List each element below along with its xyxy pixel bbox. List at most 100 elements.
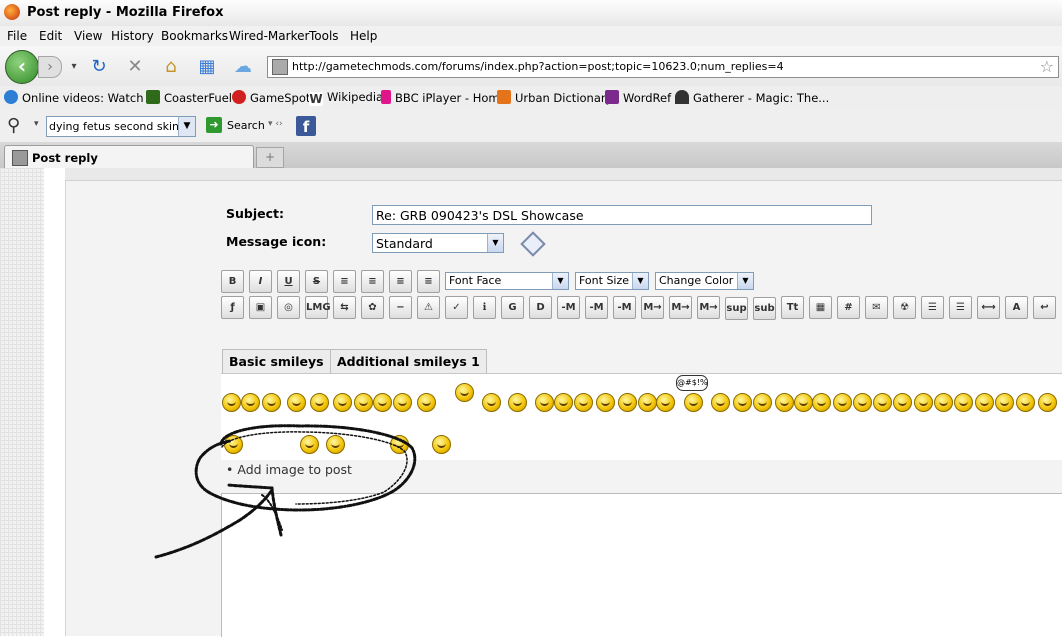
bulleted-list-button[interactable]: ☰ xyxy=(921,296,944,319)
smiley-icon[interactable] xyxy=(833,393,852,412)
bookmark-gatherer[interactable]: Gatherer - Magic: The... xyxy=(675,90,829,106)
align-left-button[interactable]: ≡ xyxy=(361,270,384,293)
font-face-dropdown-icon[interactable]: ▼ xyxy=(552,273,568,289)
smiley-icon[interactable] xyxy=(482,393,501,412)
smiley-icon[interactable] xyxy=(656,393,675,412)
info-button[interactable]: ℹ xyxy=(473,296,496,319)
search-history-dropdown[interactable]: ▼ xyxy=(178,117,195,136)
marquee-3-button[interactable]: M→ xyxy=(697,296,720,319)
align-right-button[interactable]: ≡ xyxy=(417,270,440,293)
align-center-button[interactable]: ≡ xyxy=(389,270,412,293)
smiley-icon[interactable] xyxy=(222,393,241,412)
bookmark-gamespot[interactable]: GameSpot xyxy=(232,90,310,106)
url-bar[interactable]: http://gametechmods.com/forums/index.php… xyxy=(267,56,1059,78)
numbered-list-button[interactable]: ☰ xyxy=(949,296,972,319)
tab-additional-smileys[interactable]: Additional smileys 1 xyxy=(330,349,487,374)
smiley-icon[interactable] xyxy=(287,393,306,412)
warning-button[interactable]: ⚠ xyxy=(417,296,440,319)
smiley-icon[interactable] xyxy=(775,393,794,412)
facebook-icon[interactable]: f xyxy=(296,116,316,136)
change-color-dropdown-icon[interactable]: ▼ xyxy=(737,273,753,289)
addon-icon[interactable]: ☁ xyxy=(233,57,253,77)
smiley-icon[interactable] xyxy=(508,393,527,412)
bookmark-urban-dictionary[interactable]: Urban Dictionary xyxy=(497,90,612,106)
strike-m3-button[interactable]: -M xyxy=(613,296,636,319)
smiley-icon[interactable] xyxy=(1016,393,1035,412)
underline-button[interactable]: U xyxy=(277,270,300,293)
smiley-icon[interactable] xyxy=(373,393,392,412)
smiley-icon[interactable] xyxy=(812,393,831,412)
font-face-select[interactable]: Font Face ▼ xyxy=(445,272,569,290)
bookmark-star-icon[interactable]: ☆ xyxy=(1040,57,1054,76)
smiley-icon[interactable] xyxy=(954,393,973,412)
smiley-icon[interactable] xyxy=(300,435,319,454)
menu-file[interactable]: File xyxy=(7,29,27,43)
teletype-button[interactable]: Tt xyxy=(781,296,804,319)
back-button[interactable]: ‹ xyxy=(5,50,39,84)
quote-button[interactable]: ✉ xyxy=(865,296,888,319)
smiley-icon[interactable] xyxy=(1038,393,1057,412)
search-options-icon[interactable]: ▾ ‹› xyxy=(268,119,283,129)
flower-button[interactable]: ✿ xyxy=(361,296,384,319)
google-button[interactable]: G xyxy=(501,296,524,319)
search-engine-dropdown-icon[interactable]: ▾ xyxy=(34,119,39,129)
smiley-icon[interactable] xyxy=(794,393,813,412)
smiley-icon[interactable] xyxy=(393,393,412,412)
undo-button[interactable]: ↩ xyxy=(1033,296,1056,319)
bookmark-coasterfuel[interactable]: CoasterFuel xyxy=(146,90,232,106)
menu-bookmarks[interactable]: Bookmarks xyxy=(161,29,228,43)
italic-button[interactable]: I xyxy=(249,270,272,293)
flash-button[interactable]: ƒ xyxy=(221,296,244,319)
smiley-icon[interactable] xyxy=(224,435,243,454)
minus-button[interactable]: − xyxy=(389,296,412,319)
smiley-icon[interactable] xyxy=(262,393,281,412)
smiley-icon[interactable] xyxy=(241,393,260,412)
horizontal-rule-button[interactable]: ⟷ xyxy=(977,296,1000,319)
smiley-icon[interactable] xyxy=(684,393,703,412)
smiley-icon[interactable] xyxy=(574,393,593,412)
globe-button[interactable]: ◎ xyxy=(277,296,300,319)
table-button[interactable]: ▦ xyxy=(809,296,832,319)
stop-icon[interactable]: ✕ xyxy=(125,57,145,77)
bookmark-bbc-iplayer[interactable]: BBC iPlayer - Home xyxy=(381,90,507,106)
bookmark-wordref[interactable]: WordRef xyxy=(605,90,671,106)
smiley-icon[interactable] xyxy=(554,393,573,412)
smiley-icon[interactable] xyxy=(455,383,474,402)
font-size-dropdown-icon[interactable]: ▼ xyxy=(632,273,648,289)
swap-button[interactable]: ⇆ xyxy=(333,296,356,319)
smiley-icon[interactable] xyxy=(914,393,933,412)
smiley-icon[interactable] xyxy=(417,393,436,412)
smiley-icon[interactable] xyxy=(354,393,373,412)
tab-basic-smileys[interactable]: Basic smileys xyxy=(222,349,331,374)
tab-post-reply[interactable]: Post reply xyxy=(4,145,254,169)
apps-grid-icon[interactable]: ▦ xyxy=(197,57,217,77)
menu-edit[interactable]: Edit xyxy=(39,29,62,43)
search-engine-icon[interactable]: ⚲ xyxy=(7,115,20,136)
forward-button[interactable]: › xyxy=(38,56,62,78)
change-color-select[interactable]: Change Color ▼ xyxy=(655,272,754,290)
bookmark-online-videos[interactable]: Online videos: Watch ... xyxy=(4,90,158,106)
smiley-icon[interactable] xyxy=(638,393,657,412)
marquee-2-button[interactable]: M→ xyxy=(669,296,692,319)
search-input[interactable]: dying fetus second skin ▼ xyxy=(46,116,196,137)
smiley-icon[interactable] xyxy=(853,393,872,412)
smiley-icon[interactable] xyxy=(733,393,752,412)
bookmark-wikipedia[interactable]: W Wikipedia xyxy=(309,90,383,106)
smiley-icon[interactable] xyxy=(934,393,953,412)
history-dropdown-icon[interactable]: ▾ xyxy=(64,57,84,77)
strikethrough-button[interactable]: S xyxy=(305,270,328,293)
smiley-icon[interactable] xyxy=(711,393,730,412)
image-button[interactable]: ▣ xyxy=(249,296,272,319)
smiley-icon[interactable] xyxy=(975,393,994,412)
align-justify-button[interactable]: ≡ xyxy=(333,270,356,293)
strike-m1-button[interactable]: -M xyxy=(557,296,580,319)
smiley-icon[interactable] xyxy=(618,393,637,412)
superscript-button[interactable]: sup xyxy=(725,297,748,320)
check-button[interactable]: ✓ xyxy=(445,296,468,319)
d-button-button[interactable]: D xyxy=(529,296,552,319)
smiley-icon[interactable] xyxy=(535,393,554,412)
radioactive-button[interactable]: ☢ xyxy=(893,296,916,319)
menu-history[interactable]: History xyxy=(111,29,154,43)
smiley-icon[interactable] xyxy=(893,393,912,412)
subject-input[interactable]: Re: GRB 090423's DSL Showcase xyxy=(372,205,872,225)
